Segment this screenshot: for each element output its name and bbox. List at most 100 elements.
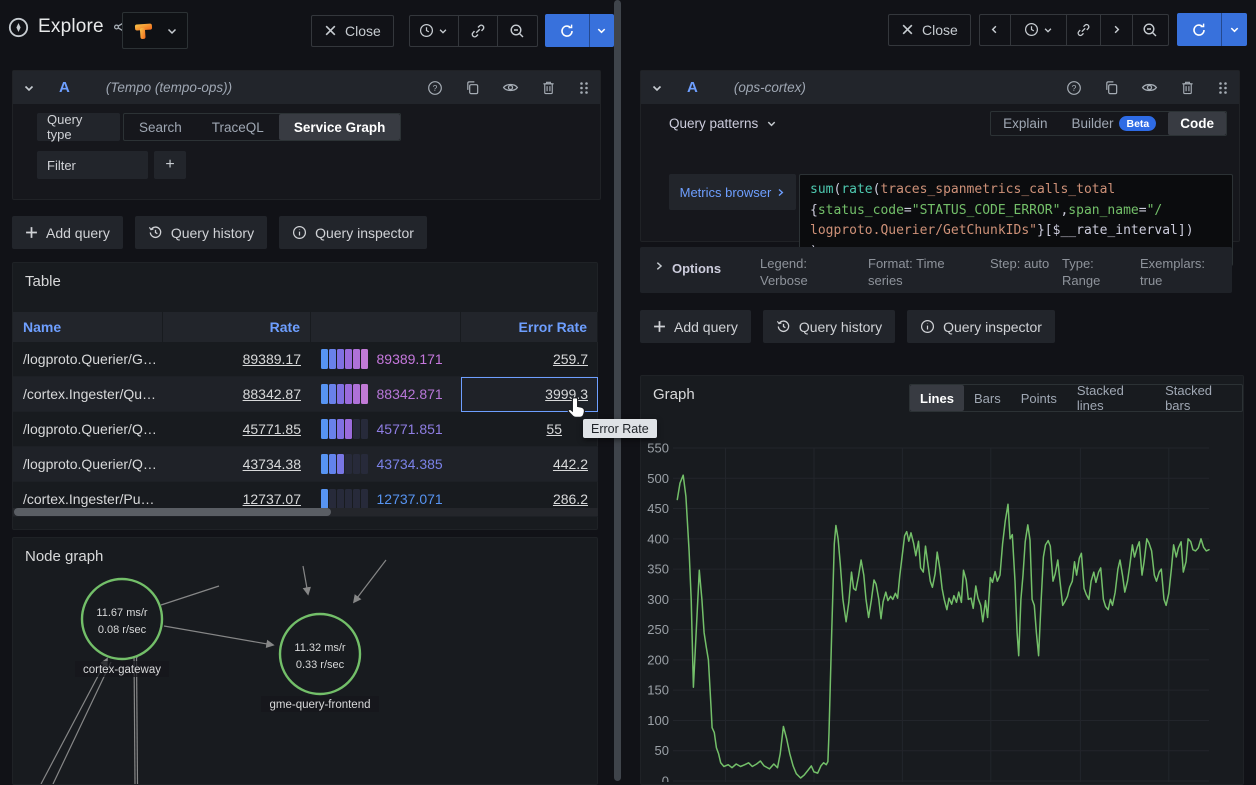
query-ref-id: A (687, 79, 698, 96)
disable-query-button[interactable] (502, 79, 519, 96)
duplicate-query-button[interactable] (1104, 80, 1119, 95)
query-history-label: Query history (799, 319, 882, 335)
link-split-button[interactable] (459, 16, 498, 46)
rate-link[interactable]: 45771.85 (243, 421, 301, 437)
table-hscrollbar-thumb[interactable] (14, 508, 331, 516)
edge-into-frontend-2 (354, 560, 386, 602)
query-inspector-button[interactable]: Query inspector (279, 216, 427, 249)
metrics-browser-button[interactable]: Metrics browser (669, 174, 796, 210)
move-right-button[interactable] (1101, 15, 1133, 45)
column-header-name[interactable]: Name (13, 312, 163, 342)
column-header-error-rate[interactable]: Error Rate (461, 312, 598, 342)
help-button[interactable]: ? (427, 80, 443, 96)
link-split-button[interactable] (1067, 15, 1101, 45)
node-cortex-gateway[interactable] (82, 579, 162, 659)
mode-builder[interactable]: BuilderBeta (1059, 112, 1168, 135)
zoom-out-icon (1142, 22, 1158, 38)
eye-icon (502, 79, 519, 96)
close-split-button[interactable]: Close (311, 15, 394, 47)
duplicate-query-button[interactable] (465, 80, 480, 95)
rate-link[interactable]: 88342.87 (243, 386, 301, 402)
column-header-rate[interactable]: Rate (163, 312, 311, 342)
rate-link[interactable]: 43734.38 (243, 456, 301, 472)
refresh-button[interactable] (545, 14, 589, 47)
refresh-interval-dropdown[interactable] (1221, 13, 1247, 46)
cell-gauge: 89389.171 (311, 342, 461, 377)
help-button[interactable]: ? (1066, 80, 1082, 96)
query-type-radio-group: Search TraceQL Service Graph (123, 113, 401, 141)
zoom-out-button[interactable] (498, 16, 537, 46)
copy-icon (465, 80, 480, 95)
query-inspector-label: Query inspector (943, 319, 1042, 335)
editor-mode-radio-group: Explain BuilderBeta Code (990, 111, 1227, 136)
query-patterns-dropdown[interactable]: Query patterns (669, 116, 777, 131)
query-type-service-graph[interactable]: Service Graph (279, 114, 401, 140)
graph-panel-title: Graph (653, 386, 695, 403)
results-table: Name Rate Error Rate /logproto.Querier/G… (13, 312, 598, 517)
node-gme-query-frontend[interactable] (280, 614, 360, 694)
beta-badge: Beta (1119, 116, 1156, 131)
delete-query-button[interactable] (541, 80, 556, 95)
mode-code[interactable]: Code (1168, 112, 1226, 135)
svg-text:300: 300 (647, 592, 669, 607)
plus-icon (653, 320, 666, 333)
mode-explain[interactable]: Explain (991, 112, 1059, 135)
drag-handle[interactable] (1217, 81, 1229, 95)
drag-handle[interactable] (578, 81, 590, 95)
filter-field[interactable]: Filter (37, 151, 148, 179)
collapse-chevron-icon[interactable] (23, 82, 35, 94)
add-query-button[interactable]: Add query (640, 310, 751, 343)
right-pane-toolbar: Close (888, 13, 1247, 46)
move-left-button[interactable] (980, 15, 1011, 45)
datasource-picker[interactable] (122, 12, 188, 49)
time-series-chart[interactable]: 050100150200250300350400450500550 (641, 419, 1245, 782)
column-header-gauge[interactable] (311, 312, 461, 342)
query-editor-body: Query patterns Explain BuilderBeta Code … (641, 104, 1239, 243)
query-options-bar[interactable]: Options Legend: VerboseFormat: Time seri… (640, 247, 1232, 293)
time-picker-button[interactable] (1011, 15, 1067, 45)
query-editor-card: A (ops-cortex) ? Query patterns Explain … (640, 70, 1240, 242)
delete-query-button[interactable] (1180, 80, 1195, 95)
error-rate-link[interactable]: 259.7 (553, 351, 588, 367)
add-query-button[interactable]: Add query (12, 216, 123, 249)
rate-link[interactable]: 12737.07 (243, 491, 301, 507)
query-type-traceql[interactable]: TraceQL (197, 114, 279, 140)
graph-style-points[interactable]: Points (1011, 385, 1067, 411)
cell-rate: 88342.87 (163, 377, 311, 412)
grafana-explore-app: { "app": { "title": "Explore" }, "left_p… (0, 0, 1256, 781)
error-rate-link[interactable]: 55 (546, 421, 562, 437)
left-pane-vertical-scrollbar[interactable] (614, 0, 621, 781)
query-history-button[interactable]: Query history (763, 310, 895, 343)
collapse-chevron-icon[interactable] (651, 82, 663, 94)
time-picker-button[interactable] (410, 16, 459, 46)
refresh-button[interactable] (1177, 13, 1221, 46)
error-rate-link[interactable]: 286.2 (553, 491, 588, 507)
graph-style-stacked-lines[interactable]: Stacked lines (1067, 385, 1155, 411)
error-rate-link[interactable]: 442.2 (553, 456, 588, 472)
info-circle-icon (920, 319, 935, 334)
rate-link[interactable]: 89389.17 (243, 351, 301, 367)
query-history-button[interactable]: Query history (135, 216, 267, 249)
query-type-search[interactable]: Search (124, 114, 197, 140)
graph-style-stacked-bars[interactable]: Stacked bars (1155, 385, 1242, 411)
graph-style-lines[interactable]: Lines (910, 385, 964, 411)
metrics-browser-label: Metrics browser (680, 185, 772, 200)
close-split-button[interactable]: Close (888, 14, 971, 46)
svg-text:200: 200 (647, 652, 669, 667)
node-label-cortex-gateway: cortex-gateway (83, 664, 161, 676)
node-graph-canvas[interactable]: 11.67 ms/r 0.08 r/sec 11.32 ms/r 0.33 r/… (13, 538, 597, 784)
info-circle-icon (292, 225, 307, 240)
query-inspector-button[interactable]: Query inspector (907, 310, 1055, 343)
refresh-interval-dropdown[interactable] (589, 14, 614, 47)
svg-text:100: 100 (647, 713, 669, 728)
add-filter-button[interactable]: + (154, 151, 186, 179)
graph-style-bars[interactable]: Bars (964, 385, 1011, 411)
explore-header: Explore (8, 16, 129, 38)
chevron-right-icon (654, 261, 664, 271)
cell-gauge: 43734.385 (311, 447, 461, 482)
zoom-out-button[interactable] (1133, 15, 1168, 45)
edge-into-gateway-1 (41, 659, 107, 784)
disable-query-button[interactable] (1141, 79, 1158, 96)
column-tooltip: Error Rate (583, 419, 657, 438)
link-icon (470, 23, 486, 39)
